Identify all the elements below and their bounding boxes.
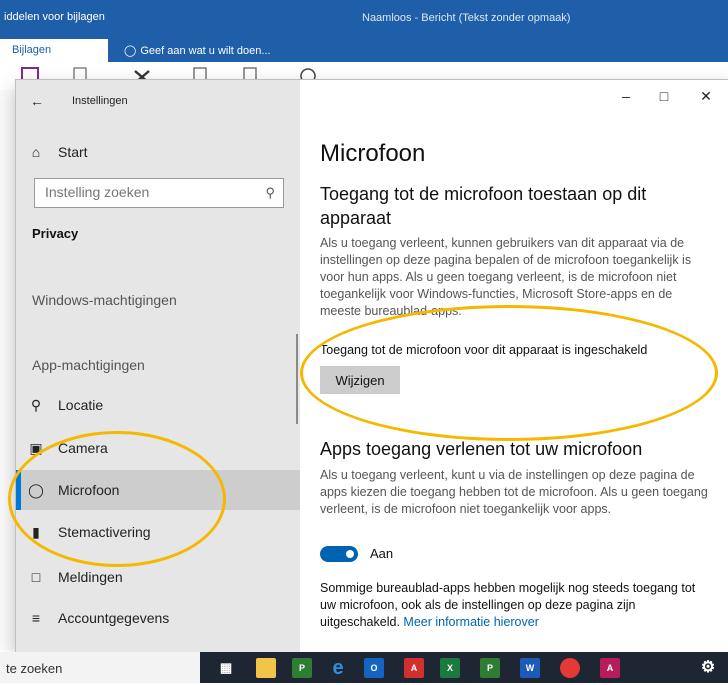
section-privacy: Privacy <box>32 226 79 241</box>
nav-item-start[interactable]: ⌂ Start <box>16 132 300 172</box>
desktop-apps-note: Sommige bureaublad-apps hebben mogelijk … <box>320 580 714 631</box>
outlook-titlebar-left-text: iddelen voor bijlagen <box>4 11 105 23</box>
learn-more-link[interactable]: Meer informatie hierover <box>403 615 538 629</box>
notifications-icon: □ <box>31 569 41 585</box>
search-icon[interactable]: ⚲ <box>265 185 275 201</box>
tell-me-box[interactable]: ◯ Geef aan wat u wilt doen... <box>124 44 271 57</box>
maximize-icon[interactable]: □ <box>642 88 686 104</box>
sidebar-item-label: Locatie <box>58 397 104 413</box>
settings-window: ← Instellingen ⌂ Start ⚲ Privacy Windows… <box>16 80 728 652</box>
settings-titlebar: ← Instellingen <box>16 80 300 120</box>
sidebar-item-label: Accountgegevens <box>58 610 170 626</box>
page-title: Microfoon <box>320 140 426 167</box>
tab-bijlagen-label: Bijlagen <box>12 44 52 56</box>
back-arrow-icon[interactable]: ← <box>30 93 44 109</box>
settings-window-title: Instellingen <box>72 95 128 107</box>
settings-content-pane: – □ ✕ Microfoon Toegang tot de microfoon… <box>300 80 728 652</box>
home-icon: ⌂ <box>31 144 41 160</box>
sidebar-item-label: Microfoon <box>58 482 120 498</box>
settings-search-input[interactable] <box>35 179 265 205</box>
section-app-permissions: App-machtigingen <box>32 357 145 373</box>
sidebar-item-label: Camera <box>58 440 108 456</box>
outlook-ribbon-tabs: Bijlagen ◯ Geef aan wat u wilt doen... <box>0 36 728 62</box>
tab-bijlagen[interactable]: Bijlagen <box>0 39 108 62</box>
settings-nav-pane: ← Instellingen ⌂ Start ⚲ Privacy Windows… <box>16 80 300 652</box>
location-icon: ⚲ <box>30 397 42 413</box>
file-explorer-icon[interactable] <box>256 658 276 678</box>
word-icon[interactable]: W <box>520 658 540 678</box>
microphone-icon: ◯ <box>28 482 44 498</box>
edge-icon[interactable]: e <box>328 658 348 678</box>
acrobat-icon[interactable]: A <box>404 658 424 678</box>
toggle-state-label: Aan <box>370 546 394 561</box>
excel-icon[interactable]: X <box>440 658 460 678</box>
sidebar-item-label: Meldingen <box>58 569 123 585</box>
outlook-titlebar: iddelen voor bijlagen Naamloos - Bericht… <box>0 0 728 36</box>
sidebar-item-stemactivering[interactable]: ▮ Stemactivering <box>16 512 300 552</box>
settings-search-box[interactable]: ⚲ <box>34 178 284 208</box>
sidebar-item-microfoon[interactable]: ◯ Microfoon <box>16 470 300 510</box>
sidebar-item-accountgegevens[interactable]: ≡ Accountgegevens <box>16 598 300 638</box>
taskbar-search-input[interactable] <box>0 652 198 685</box>
settings-gear-icon[interactable]: ⚙ <box>698 658 718 678</box>
apps-access-heading: Apps toegang verlenen tot uw microfoon <box>320 439 643 459</box>
camera-icon: ▣ <box>29 440 43 456</box>
lightbulb-icon: ◯ <box>124 45 137 57</box>
sidebar-item-camera[interactable]: ▣ Camera <box>16 428 300 468</box>
sidebar-item-label: Stemactivering <box>58 524 151 540</box>
sidebar-item-meldingen[interactable]: □ Meldingen <box>16 557 300 597</box>
voice-activation-icon: ▮ <box>32 524 40 540</box>
device-access-heading: Toegang tot de microfoon toestaan op dit… <box>320 184 647 228</box>
taskbar-search[interactable] <box>0 652 200 685</box>
tell-me-text: Geef aan wat u wilt doen... <box>140 45 271 57</box>
apps-access-description: Als u toegang verleent, kunt u via de in… <box>320 468 708 516</box>
outlook-icon[interactable]: O <box>364 658 384 678</box>
task-view-icon[interactable]: ▦ <box>216 658 236 678</box>
selected-indicator <box>16 470 21 510</box>
device-access-status: Toegang tot de microfoon voor dit appara… <box>320 343 648 357</box>
outlook-left-strip <box>0 90 17 650</box>
sidebar-item-locatie[interactable]: ⚲ Locatie <box>16 385 300 425</box>
section-windows-permissions: Windows-machtigingen <box>32 292 177 308</box>
project-icon[interactable]: P <box>292 658 312 678</box>
access-icon[interactable]: A <box>600 658 620 678</box>
nav-item-start-label: Start <box>58 144 88 160</box>
nav-scrollbar[interactable] <box>296 334 298 424</box>
change-button[interactable]: Wijzigen <box>320 366 400 394</box>
toggle-knob <box>346 550 354 558</box>
apps-access-toggle[interactable] <box>320 546 358 562</box>
taskbar: ▦ P e O A X P W A ⚙ <box>0 652 728 685</box>
account-info-icon: ≡ <box>31 610 41 626</box>
project-planner-icon[interactable]: P <box>480 658 500 678</box>
device-access-description: Als u toegang verleent, kunnen gebruiker… <box>320 236 692 318</box>
outlook-window-title: Naamloos - Bericht (Tekst zonder opmaak) <box>362 12 571 24</box>
chrome-icon[interactable] <box>560 658 580 678</box>
close-icon[interactable]: ✕ <box>684 88 728 105</box>
